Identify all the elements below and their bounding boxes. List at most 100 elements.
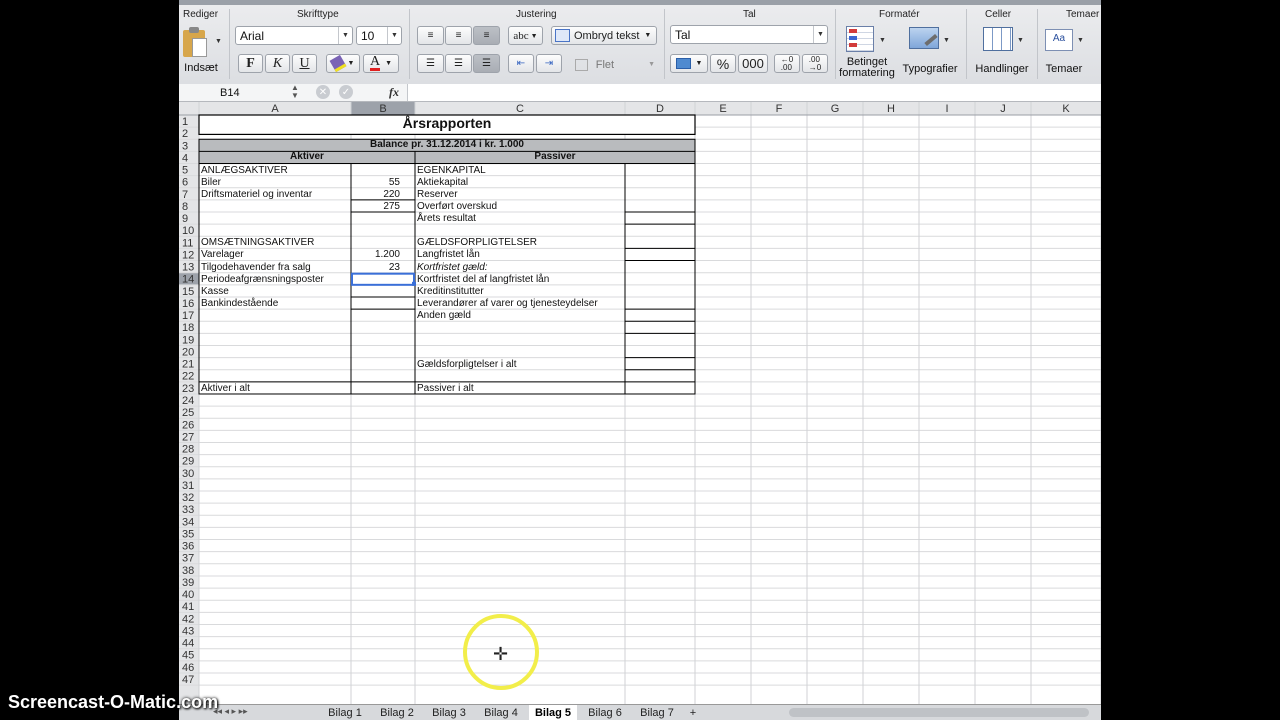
paint-bucket-icon <box>329 54 346 73</box>
accounting-format-button[interactable]: ▼ <box>670 54 708 73</box>
chevron-down-icon: ▼ <box>1017 37 1024 44</box>
row-header-42: 42 <box>182 613 194 625</box>
group-label-format: Formatér <box>879 9 920 20</box>
cell-C21[interactable]: Gældsforpligtelser i alt <box>417 359 516 371</box>
cell-A16[interactable]: Bankindestående <box>201 298 278 310</box>
aktiver-header-cell[interactable]: Aktiver <box>199 151 415 163</box>
row-header-3: 3 <box>182 140 188 152</box>
chevron-down-icon: ▼ <box>879 37 886 44</box>
number-format-select[interactable]: Tal ▼ <box>670 25 828 44</box>
cell-C14[interactable]: Kortfristet del af langfristet lån <box>417 274 549 286</box>
font-size-select[interactable]: 10 ▼ <box>356 26 402 45</box>
themes-button[interactable]: Aa ▼ Temaer <box>1039 24 1089 80</box>
thousands-button[interactable]: 000 <box>738 54 768 73</box>
separator <box>835 9 836 79</box>
cell-A14[interactable]: Periodeafgrænsningsposter <box>201 274 324 286</box>
align-left-button[interactable]: ☰ <box>417 54 444 73</box>
horizontal-scrollbar[interactable] <box>789 708 1089 717</box>
align-right-button[interactable]: ☰ <box>473 54 500 73</box>
cell-A23[interactable]: Aktiver i alt <box>201 383 250 395</box>
cell-A11[interactable]: OMSÆTNINGSAKTIVER <box>201 237 314 249</box>
title-cell[interactable]: Årsrapporten <box>199 116 695 130</box>
row-header-4: 4 <box>182 152 188 164</box>
cell-B8[interactable]: 275 <box>351 201 400 213</box>
cell-C15[interactable]: Kreditinstitutter <box>417 286 484 298</box>
wrap-text-button[interactable]: Ombryd tekst ▼ <box>551 26 657 45</box>
cell-C8[interactable]: Overført overskud <box>417 201 497 213</box>
fill-color-button[interactable]: ▼ <box>326 54 360 73</box>
cell-C7[interactable]: Reserver <box>417 189 458 201</box>
sheet-tab[interactable]: Bilag 2 <box>373 705 421 720</box>
cell-C13[interactable]: Kortfristet gæld: <box>417 262 488 274</box>
cell-B13[interactable]: 23 <box>351 262 400 274</box>
cell-C9[interactable]: Årets resultat <box>417 213 476 225</box>
cell-A5[interactable]: ANLÆGSAKTIVER <box>201 165 288 177</box>
balance-header-cell[interactable]: Balance pr. 31.12.2014 i kr. 1.000 <box>199 139 695 151</box>
orientation-label: abc <box>513 29 529 42</box>
cell-A6[interactable]: Biler <box>201 177 221 189</box>
sheet-tab[interactable]: Bilag 4 <box>477 705 525 720</box>
paste-button[interactable]: ▼ Indsæt <box>181 26 225 76</box>
confirm-icon[interactable]: ✓ <box>339 85 353 99</box>
name-box[interactable]: B14 <box>179 84 302 101</box>
cell-C5[interactable]: EGENKAPITAL <box>417 165 486 177</box>
align-top-button[interactable]: ≡ <box>417 26 444 45</box>
sheet-nav-icon[interactable]: ◂◂ ◂ ▸ ▸▸ <box>213 706 248 717</box>
conditional-formatting-button[interactable]: ▼ Betinget formatering <box>839 24 895 80</box>
cancel-icon[interactable]: ✕ <box>316 85 330 99</box>
align-middle-button[interactable]: ≡ <box>445 26 472 45</box>
function-icon[interactable]: fx <box>389 85 399 100</box>
align-bottom-button[interactable]: ≡ <box>473 26 500 45</box>
cell-A7[interactable]: Driftsmateriel og inventar <box>201 189 312 201</box>
align-center-button[interactable]: ☰ <box>445 54 472 73</box>
sheet-tab[interactable]: Bilag 7 <box>633 705 681 720</box>
percent-button[interactable]: % <box>710 54 736 73</box>
increase-decimal-button[interactable]: ←0.00 <box>774 54 800 73</box>
cell-A13[interactable]: Tilgodehavender fra salg <box>201 262 311 274</box>
cell-C17[interactable]: Anden gæld <box>417 310 471 322</box>
cell-C16[interactable]: Leverandører af varer og tjenesteydelser <box>417 298 598 310</box>
row-header-12: 12 <box>182 249 194 261</box>
increase-decimal-icon: ←0.00 <box>780 54 794 72</box>
chevron-down-icon: ▼ <box>644 32 652 39</box>
cell-C23[interactable]: Passiver i alt <box>417 383 474 395</box>
decrease-decimal-button[interactable]: .00 →0 <box>802 54 828 73</box>
outdent-icon: ⇤ <box>516 58 526 69</box>
merge-icon <box>575 58 588 71</box>
sheet-tab[interactable]: Bilag 3 <box>425 705 473 720</box>
cell-C12[interactable]: Langfristet lån <box>417 249 480 261</box>
cell-A12[interactable]: Varelager <box>201 249 244 261</box>
sheet-tab[interactable]: Bilag 6 <box>581 705 629 720</box>
font-name-select[interactable]: Arial ▼ <box>235 26 353 45</box>
bold-button[interactable]: F <box>238 54 263 73</box>
underline-button[interactable]: U <box>292 54 317 73</box>
orientation-button[interactable]: abc ▼ <box>508 26 543 45</box>
italic-button[interactable]: K <box>265 54 290 73</box>
cell-C11[interactable]: GÆLDSFORPLIGTELSER <box>417 237 537 249</box>
group-label-alignment: Justering <box>516 9 557 20</box>
cell-actions-button[interactable]: ▼ Handlinger <box>971 24 1033 80</box>
formula-input[interactable] <box>407 84 1101 101</box>
themes-label: Temaer <box>1045 63 1083 75</box>
sheet-tab[interactable]: Bilag 1 <box>321 705 369 720</box>
cell-C6[interactable]: Aktiekapital <box>417 177 468 189</box>
cell-A15[interactable]: Kasse <box>201 286 229 298</box>
merge-button[interactable]: Flet ▼ <box>575 56 655 73</box>
worksheet-grid[interactable]: A B C D E F G H I J K 1 2 3 4 5 6 7 8 9 10 11 12 13 14 15 16 17 18 19… <box>179 102 1101 704</box>
cell-B6[interactable]: 55 <box>351 177 400 189</box>
passiver-header-cell[interactable]: Passiver <box>415 151 695 163</box>
decrease-indent-button[interactable]: ⇤ <box>508 54 534 73</box>
add-sheet-button[interactable]: + <box>685 705 701 720</box>
cell-B7[interactable]: 220 <box>351 189 400 201</box>
styles-button[interactable]: ▼ Typografier <box>899 24 961 80</box>
sheet-tab[interactable]: Bilag 5 <box>529 705 577 720</box>
chevron-down-icon: ▼ <box>648 61 655 68</box>
increase-indent-button[interactable]: ⇥ <box>536 54 562 73</box>
row-header-39: 39 <box>182 577 194 589</box>
chevron-down-icon: ▼ <box>813 26 827 43</box>
row-header-33: 33 <box>182 504 194 516</box>
column-header-bar <box>179 102 1101 115</box>
font-color-button[interactable]: A ▼ <box>363 54 399 73</box>
cell-B12[interactable]: 1.200 <box>351 249 400 261</box>
chevron-down-icon: ▼ <box>1077 37 1084 44</box>
